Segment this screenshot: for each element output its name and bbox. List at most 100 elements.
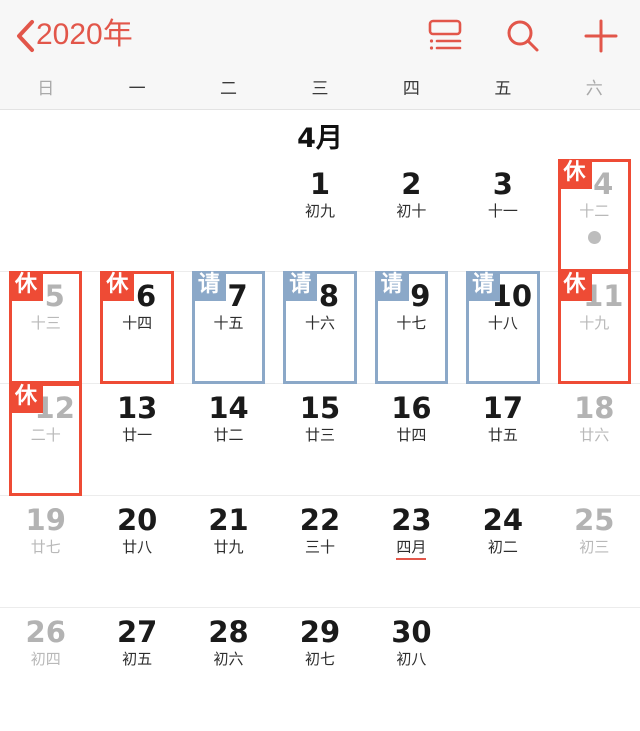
day-number: 30 <box>391 615 432 649</box>
day-number: 14 <box>208 391 249 425</box>
lunar-date-label: 廿九 <box>213 538 244 556</box>
lunar-date-label: 初二 <box>487 538 518 556</box>
day-cell[interactable]: 20 廿八 <box>91 496 182 607</box>
weekday-label-2: 二 <box>220 79 238 99</box>
day-cell[interactable]: 24 初二 <box>457 496 548 607</box>
lunar-date-label: 廿六 <box>579 426 610 444</box>
weekday-label-1: 一 <box>128 79 146 99</box>
day-cell[interactable]: 休 6 十四 <box>91 271 182 384</box>
day-cell[interactable]: 22 三十 <box>274 496 365 607</box>
weekday-label-3: 三 <box>311 79 329 99</box>
day-cell[interactable]: 休 5 十三 <box>0 271 91 384</box>
day-cell[interactable]: 3 十一 <box>457 160 548 271</box>
weekday-header: 日一二三四五六 <box>0 72 640 110</box>
work-badge: 请 <box>191 271 226 301</box>
day-cell[interactable]: 17 廿五 <box>457 384 548 495</box>
day-number: 13 <box>116 391 158 425</box>
calendar-week-row: 19 廿七 20 廿八 21 廿九 22 三十 23 四月 24 初二 25 初三 <box>0 496 640 608</box>
calendar-week-row: 26 初四 27 初五 28 初六 29 初七 30 初八 <box>0 608 640 720</box>
day-number: 15 <box>299 391 341 425</box>
calendar-week-row: 1 初九 2 初十 3 十一休 4 十二 <box>0 159 640 272</box>
lunar-date-label: 廿五 <box>487 426 518 444</box>
chevron-left-icon <box>14 19 36 53</box>
lunar-date-label: 廿二 <box>213 426 244 444</box>
day-cell[interactable]: 27 初五 <box>91 608 182 720</box>
plus-icon <box>581 16 621 56</box>
day-cell[interactable]: 28 初六 <box>183 608 274 720</box>
lunar-date-label: 初五 <box>122 650 153 668</box>
add-event-button[interactable] <box>562 0 640 72</box>
day-cell[interactable]: 25 初三 <box>549 496 640 607</box>
day-number: 8 <box>318 279 340 313</box>
lunar-date-label: 廿三 <box>304 426 335 444</box>
lunar-date-label: 十一 <box>487 202 518 220</box>
lunar-date-label: 十六 <box>304 314 335 332</box>
day-cell[interactable]: 休 11 十九 <box>549 271 640 384</box>
calendar-week-row: 休 5 十三休 6 十四请 7 十五请 8 十六请 9 十七请 10 十八休 11 十九 <box>0 271 640 384</box>
day-cell[interactable]: 请 8 十六 <box>274 271 365 384</box>
rest-badge: 休 <box>557 271 592 301</box>
day-cell[interactable]: 26 初四 <box>0 608 91 720</box>
day-cell[interactable]: 休 4 十二 <box>549 159 640 272</box>
work-badge: 请 <box>374 271 409 301</box>
day-cell[interactable]: 请 7 十五 <box>183 271 274 384</box>
day-number: 16 <box>391 391 432 425</box>
event-dot <box>587 231 601 244</box>
day-number: 9 <box>410 279 431 313</box>
lunar-date-label: 初三 <box>579 538 610 556</box>
search-icon <box>503 16 543 56</box>
day-cell[interactable]: 16 廿四 <box>366 384 457 495</box>
day-cell[interactable]: 19 廿七 <box>0 496 91 607</box>
lunar-date-label: 十九 <box>579 314 610 332</box>
day-number: 6 <box>136 279 157 313</box>
day-cell[interactable]: 2 初十 <box>366 160 457 271</box>
back-button[interactable]: 2020年 <box>14 19 133 53</box>
weekday-label-5: 五 <box>494 79 512 99</box>
day-number: 25 <box>574 503 615 537</box>
lunar-date-label: 初八 <box>396 650 427 668</box>
day-number: 24 <box>482 503 523 537</box>
lunar-date-label: 廿一 <box>122 426 153 444</box>
day-cell[interactable]: 1 初九 <box>274 160 365 271</box>
day-cell[interactable]: 18 廿六 <box>549 384 640 495</box>
day-cell[interactable]: 请 10 十八 <box>457 271 548 384</box>
day-cell[interactable]: 23 四月 <box>366 496 457 607</box>
day-number: 1 <box>309 167 331 201</box>
day-cell[interactable]: 请 9 十七 <box>366 271 457 384</box>
day-cell[interactable]: 30 初八 <box>366 608 457 720</box>
day-cell[interactable]: 休 12 二十 <box>0 383 91 496</box>
day-cell[interactable]: 14 廿二 <box>183 384 274 495</box>
rest-badge: 休 <box>100 271 135 301</box>
day-cell[interactable]: 15 廿三 <box>274 384 365 495</box>
lunar-date-label: 初九 <box>304 202 335 220</box>
weekday-label-6: 六 <box>585 79 603 99</box>
lunar-festival-label: 四月 <box>396 537 427 560</box>
navbar-actions <box>406 0 640 72</box>
search-button[interactable] <box>484 0 562 72</box>
day-cell[interactable]: 13 廿一 <box>91 384 182 495</box>
day-cell[interactable]: 21 廿九 <box>183 496 274 607</box>
day-number: 29 <box>299 615 341 649</box>
day-number: 3 <box>492 167 513 201</box>
day-number: 17 <box>482 391 523 425</box>
list-view-button[interactable] <box>406 0 484 72</box>
lunar-date-label: 初七 <box>304 650 335 668</box>
work-badge: 请 <box>466 271 501 301</box>
calendar-grid: 1 初九 2 初十 3 十一休 4 十二休 5 十三休 6 十四请 7 十五请 8 十六请 9 十七请 10 十八休 1… <box>0 159 640 720</box>
day-number: 2 <box>401 167 422 201</box>
lunar-date-label: 十五 <box>213 314 244 332</box>
lunar-date-label: 初十 <box>396 202 427 220</box>
list-view-icon <box>425 17 465 55</box>
lunar-date-label: 十三 <box>30 314 61 332</box>
weekday-label-0: 日 <box>37 79 55 99</box>
day-number: 23 <box>391 503 432 537</box>
calendar-week-row: 休 12 二十 13 廿一 14 廿二 15 廿三 16 廿四 17 廿五 18 廿六 <box>0 383 640 496</box>
day-number: 27 <box>116 615 158 649</box>
day-cell[interactable]: 29 初七 <box>274 608 365 720</box>
lunar-date-label: 廿七 <box>30 538 61 556</box>
navbar: 2020年 <box>0 0 640 72</box>
work-badge: 请 <box>283 271 318 301</box>
month-title: 4月 <box>0 110 640 160</box>
day-number: 4 <box>593 167 614 201</box>
rest-badge: 休 <box>557 159 592 189</box>
